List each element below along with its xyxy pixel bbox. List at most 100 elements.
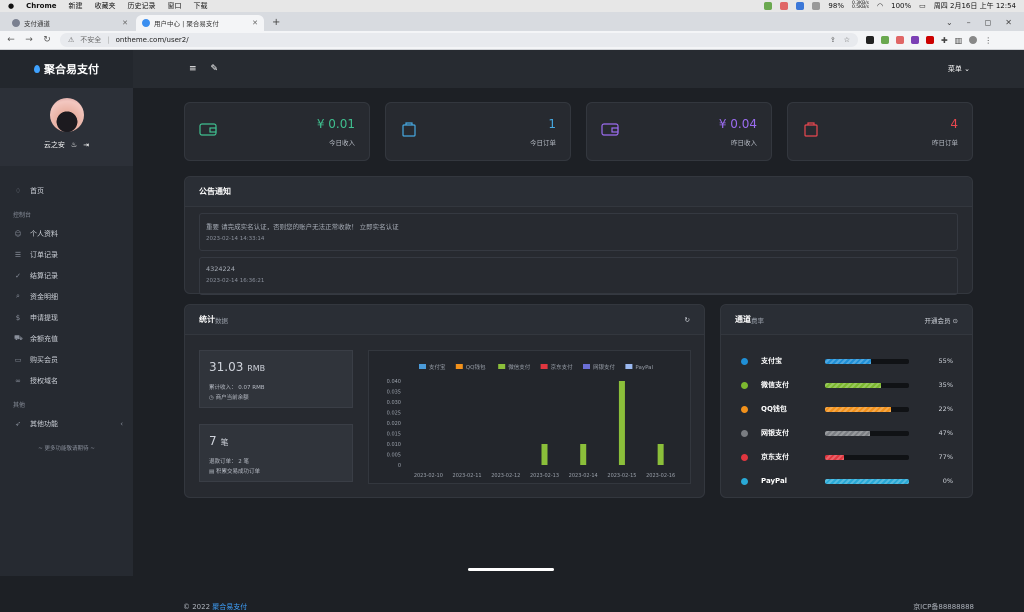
sidepanel-icon[interactable]: ▥ [955, 36, 963, 45]
apple-icon[interactable]: ● [8, 2, 14, 10]
x-tick-label: 2023-02-15 [607, 473, 636, 479]
security-label[interactable]: 不安全 [80, 35, 101, 45]
announcement-item[interactable]: 重要 请完成实名认证，否则您的账户无法正常收款！ 立即实名认证 2023-02-… [199, 213, 958, 251]
sidebar-item-profile[interactable]: ☺ 个人资料 [0, 223, 133, 244]
restore-icon[interactable]: ◻ [985, 18, 992, 27]
avatar[interactable] [49, 98, 84, 132]
status-app-icon[interactable] [780, 2, 789, 10]
new-tab-icon[interactable]: + [266, 17, 286, 31]
sidebar-item-settlements[interactable]: ✓ 结算记录 [0, 265, 133, 286]
share-icon[interactable]: ⇪ [830, 36, 836, 44]
announcement-item[interactable]: 4324224 2023-02-14 16:36:21 [199, 257, 958, 295]
orders-note: ▤ 积累交易成功订单 [209, 469, 260, 475]
url-text[interactable]: ontheme.com/user2/ [116, 36, 189, 44]
fire-icon[interactable]: ♨ [71, 141, 77, 149]
channel-row: 支付宝 55% [741, 355, 953, 367]
sidebar-item-label: 资金明细 [30, 292, 58, 301]
x-tick-label: 2023-02-10 [414, 473, 443, 479]
back-icon[interactable]: ← [6, 35, 16, 45]
close-window-icon[interactable]: ✕ [1005, 18, 1012, 27]
total-income: 累计收入： 0.07 RMB [209, 385, 265, 391]
extension-icon[interactable] [896, 36, 904, 44]
sidebar-item-other[interactable]: ➶ 其他功能 ‹ [0, 413, 133, 434]
hamburger-icon[interactable]: ≡ [189, 64, 197, 74]
legend-label: 京东支付 [551, 363, 574, 371]
channel-progress-bar [825, 382, 909, 388]
menu-window[interactable]: 窗口 [168, 1, 182, 11]
stat-card-yesterday-orders: 4 昨日订单 [787, 102, 973, 161]
card-icon: ▭ [14, 355, 22, 364]
battery-icon[interactable]: ▭ [919, 2, 926, 10]
forward-icon[interactable]: → [24, 35, 34, 45]
brand-logo[interactable]: 聚合易支付 [0, 50, 133, 88]
sidebar-item-label: 申请提现 [30, 313, 58, 322]
close-tab-icon[interactable]: ✕ [122, 19, 128, 27]
clock[interactable]: 周四 2月16日 上午 12:54 [934, 1, 1016, 11]
stat-value: ¥ 0.01 [316, 117, 355, 131]
sidebar-item-membership[interactable]: ▭ 购买会员 [0, 349, 133, 370]
chevron-down-icon[interactable]: ⌄ [946, 18, 953, 27]
menu-bookmarks[interactable]: 收藏夹 [95, 1, 116, 11]
legend-swatch [540, 364, 548, 369]
brush-icon[interactable]: ✎ [211, 64, 219, 74]
address-bar[interactable]: ⚠ 不安全 | ontheme.com/user2/ ⇪ ☆ [60, 33, 858, 47]
stat-label: 昨日收入 [731, 139, 757, 147]
channel-rate: 77% [938, 453, 953, 461]
sidebar-item-withdraw[interactable]: $ 申请提现 [0, 307, 133, 328]
puzzle-icon[interactable]: ✚ [941, 36, 948, 45]
browser-tab[interactable]: 支付通道 ✕ [6, 15, 134, 31]
legend-swatch [583, 364, 590, 369]
extension-icon[interactable] [926, 36, 934, 44]
wifi-icon[interactable]: ◠ [877, 2, 883, 10]
sidebar-item-recharge[interactable]: ⛟ 余额充值 [0, 328, 133, 349]
footer-brand-link[interactable]: 聚合易支付 [212, 603, 247, 611]
footer: © 2022 聚合易支付 京ICP备88888888 [183, 602, 974, 612]
close-tab-icon[interactable]: ✕ [252, 19, 258, 27]
y-tick-label: 0.015 [387, 432, 401, 438]
status-app-icon[interactable] [812, 2, 821, 10]
sidebar-section-console: 控制台 [13, 212, 32, 219]
more-icon[interactable]: ⋮ [984, 36, 992, 45]
status-app-icon[interactable] [796, 2, 805, 10]
rocket-icon: ➶ [15, 419, 21, 428]
refund-orders: 退款订单： 2 笔 [209, 459, 249, 465]
reload-icon[interactable]: ↻ [42, 35, 52, 45]
menu-history[interactable]: 历史记录 [128, 1, 156, 11]
browser-tab-active[interactable]: 用户中心 | 聚合易支付 ✕ [136, 15, 264, 31]
sidebar-item-funds[interactable]: ⌕ 资金明细 [0, 286, 133, 307]
stat-label: 昨日订单 [932, 139, 958, 147]
orders-amount: 7 笔 [209, 434, 229, 448]
warning-icon[interactable]: ⚠ [68, 36, 74, 44]
sidebar-item-domains[interactable]: ∞ 授权域名 [0, 370, 133, 391]
user-name: 云之安 [43, 141, 65, 149]
stat-card-today-orders: 1 今日订单 [385, 102, 571, 161]
status-app-icon[interactable] [764, 2, 773, 10]
main-content: ¥ 0.01 今日收入 1 今日订单 ¥ 0.04 昨日收入 4 昨日订单 公告… [133, 88, 1024, 611]
statistics-header: 统计 数据 ↻ [185, 305, 704, 335]
refresh-icon[interactable]: ↻ [685, 316, 690, 324]
chevron-right-icon: ‹ [120, 419, 123, 428]
sidebar-item-home[interactable]: ♢ 首页 [0, 180, 133, 201]
browser-tab-strip: 支付通道 ✕ 用户中心 | 聚合易支付 ✕ + ⌄ – ◻ ✕ [0, 12, 1024, 31]
channel-progress-bar [825, 406, 909, 412]
minimize-icon[interactable]: – [967, 18, 971, 27]
open-membership-link[interactable]: 开通会员 ⊙ [924, 315, 958, 325]
extension-icon[interactable] [866, 36, 874, 44]
footer-icp[interactable]: 京ICP备88888888 [913, 602, 974, 612]
x-tick-label: 2023-02-16 [646, 473, 675, 479]
browser-toolbar: ← → ↻ ⚠ 不安全 | ontheme.com/user2/ ⇪ ☆ ✚ ▥… [0, 31, 1024, 50]
menu-downloads[interactable]: 下载 [194, 1, 208, 11]
extension-icon[interactable] [911, 36, 919, 44]
logout-icon[interactable]: ⇥ [83, 141, 89, 149]
menu-chrome[interactable]: Chrome [26, 2, 56, 10]
extension-icon[interactable] [881, 36, 889, 44]
top-menu-dropdown[interactable]: 菜单 ⌄ [948, 64, 970, 74]
channel-rate: 55% [938, 357, 953, 365]
balance-amount: 31.03 RMB [209, 360, 266, 374]
channel-name: QQ钱包 [761, 405, 787, 413]
menu-new[interactable]: 新建 [69, 1, 83, 11]
profile-avatar[interactable] [969, 36, 978, 44]
window-controls: ⌄ – ◻ ✕ [934, 18, 1024, 31]
sidebar-item-orders[interactable]: ☰ 订单记录 [0, 244, 133, 265]
star-icon[interactable]: ☆ [844, 36, 850, 44]
